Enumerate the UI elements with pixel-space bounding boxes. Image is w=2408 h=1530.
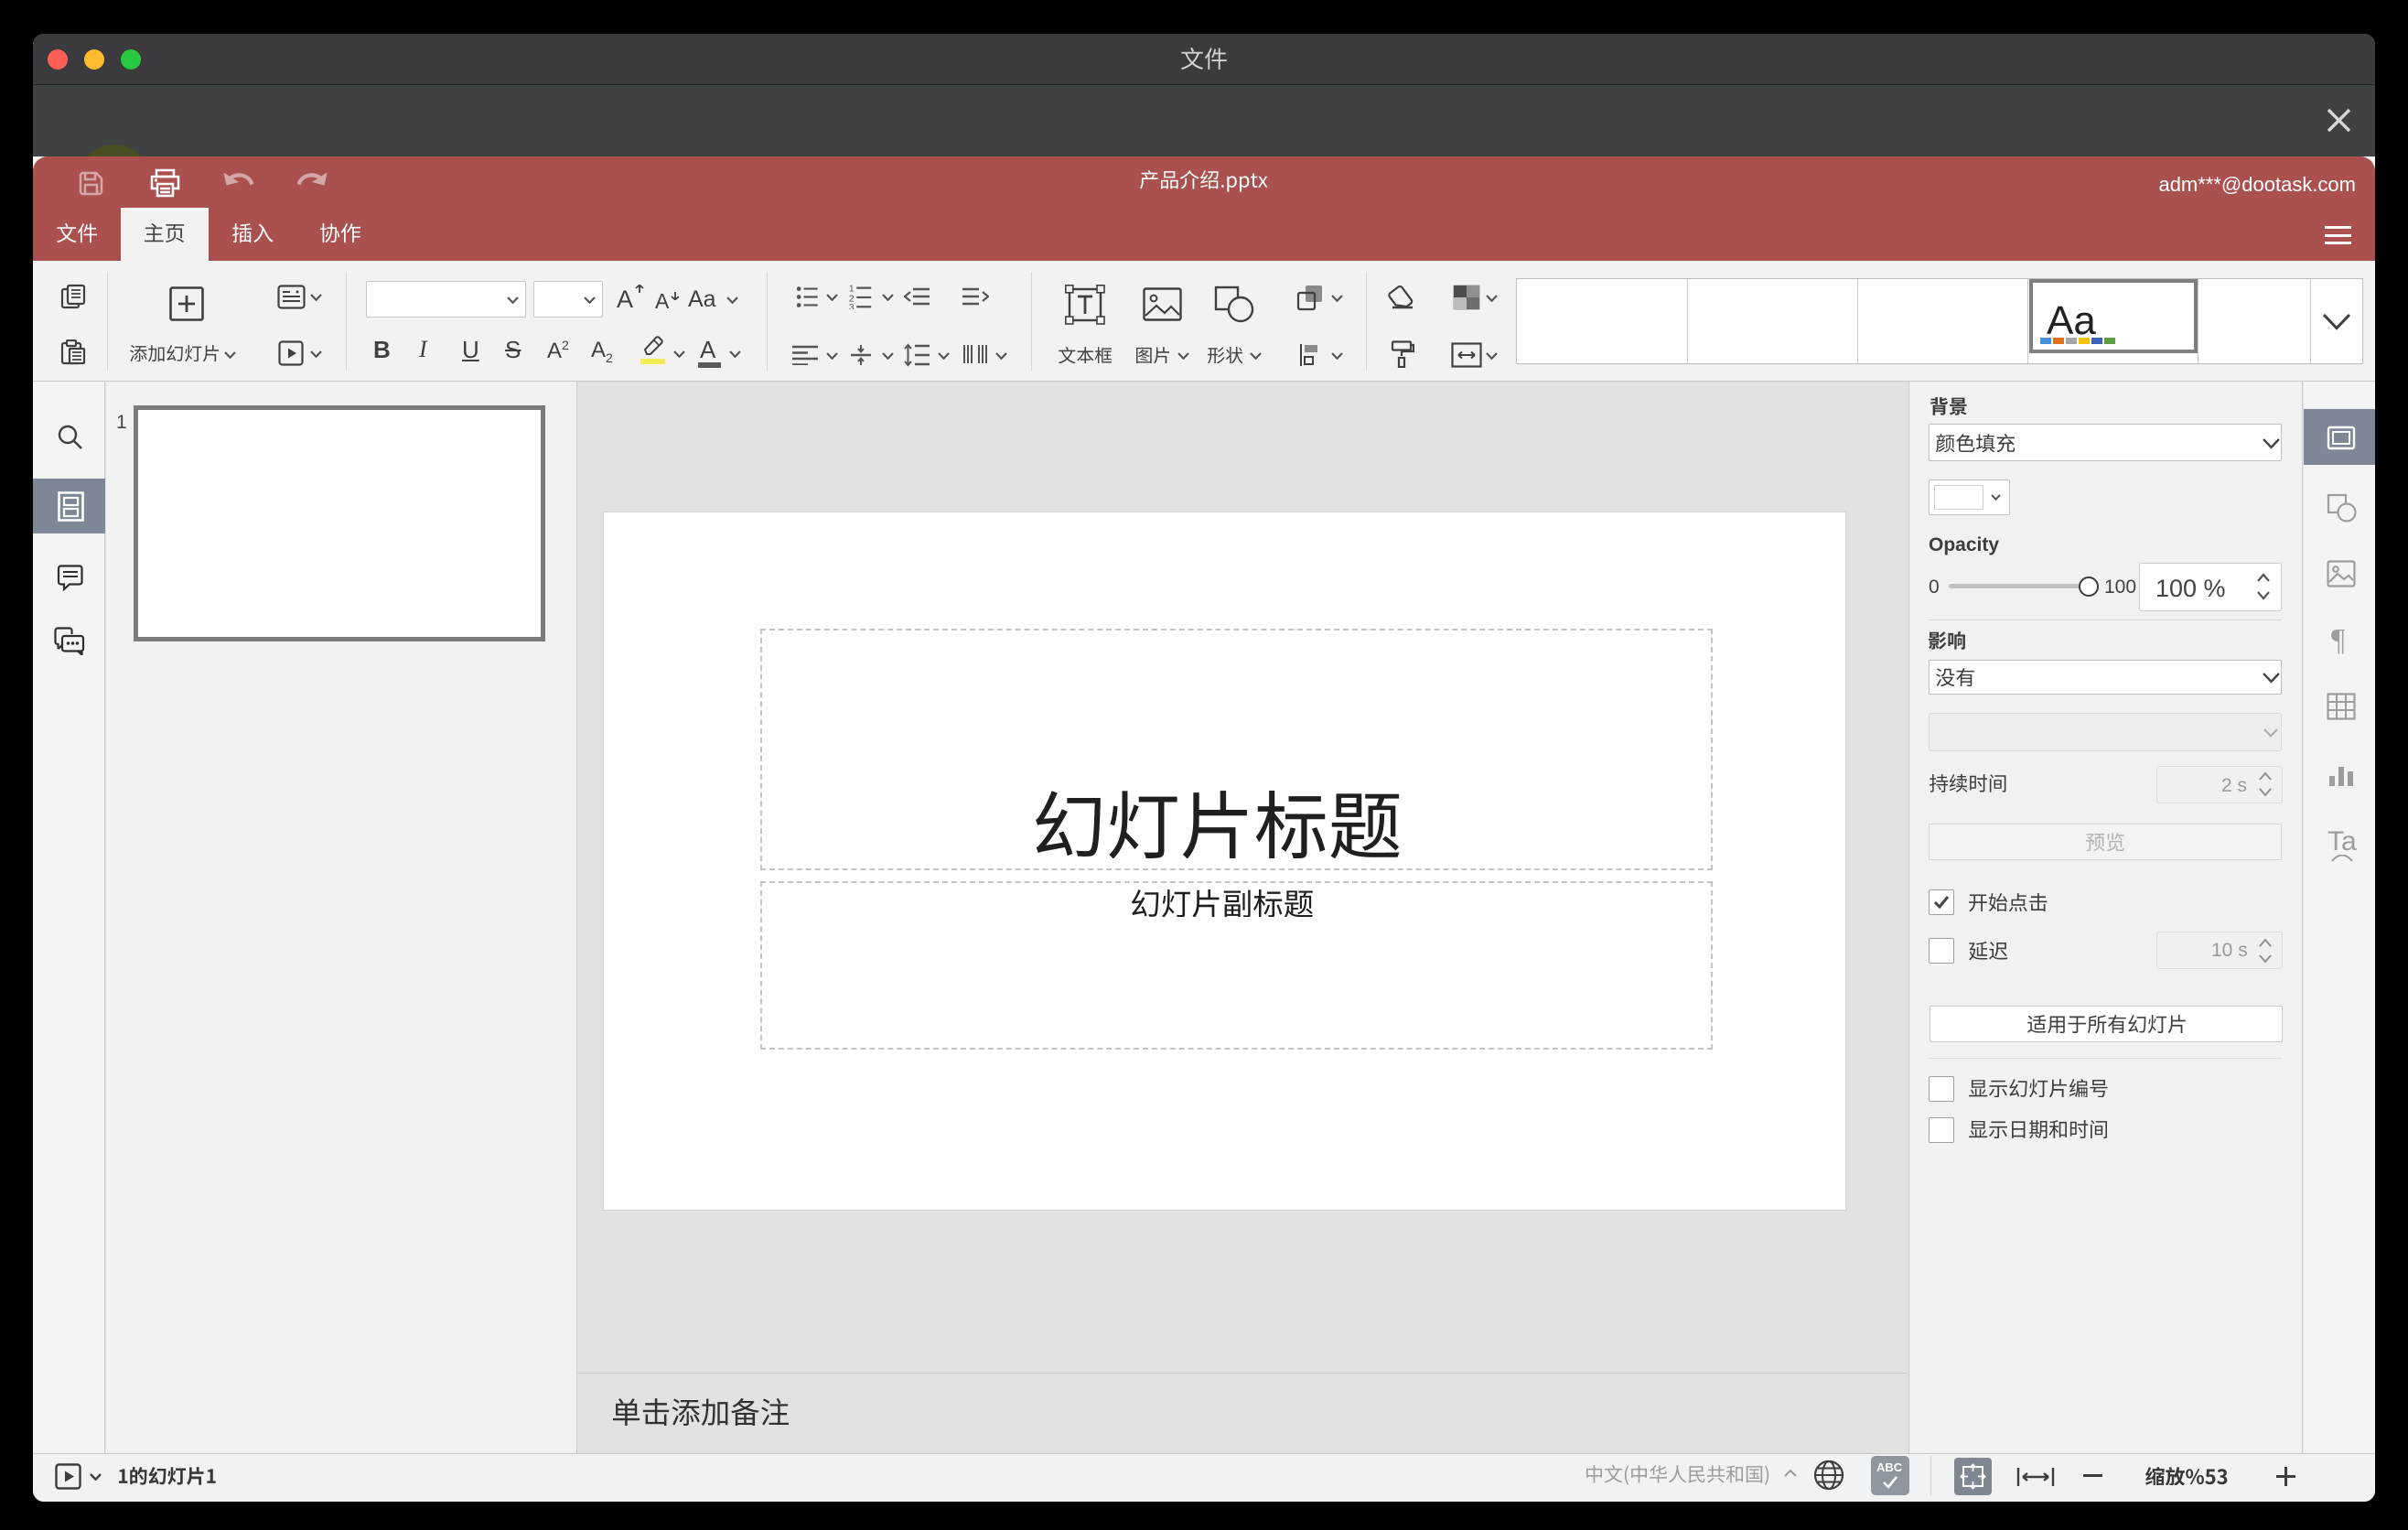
svg-text:1: 1 — [849, 284, 855, 294]
svg-text:3: 3 — [849, 303, 855, 309]
